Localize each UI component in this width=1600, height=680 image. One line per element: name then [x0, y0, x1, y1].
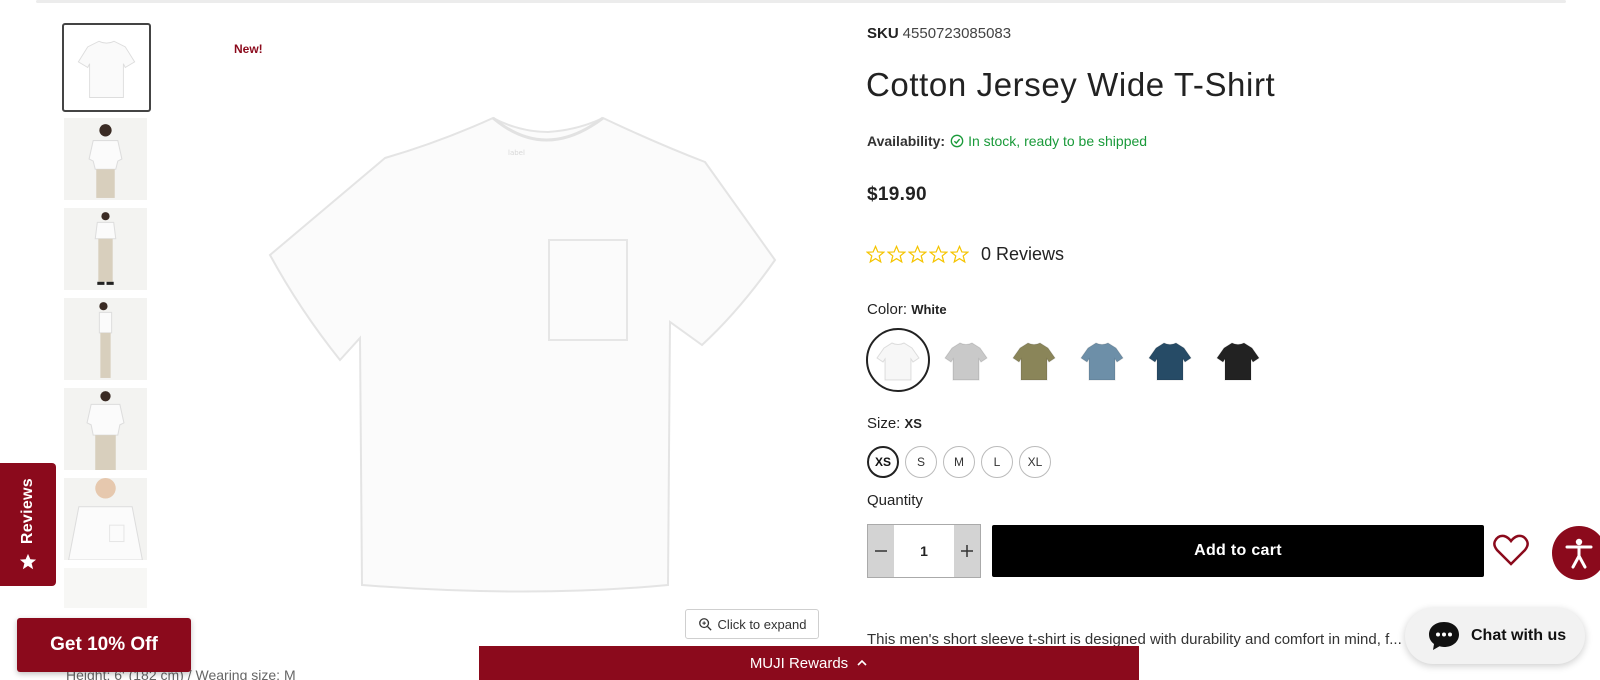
plus-icon — [961, 545, 973, 557]
reviews-side-tab[interactable]: Reviews — [0, 463, 56, 586]
tshirt-icon — [944, 342, 988, 381]
quantity-label: Quantity — [867, 492, 923, 509]
sku-value: 4550723085083 — [902, 25, 1012, 42]
color-swatch-black[interactable] — [1206, 328, 1270, 392]
availability-status: In stock, ready to be shipped — [950, 133, 1147, 149]
quantity-stepper: 1 — [867, 524, 981, 578]
availability-value: In stock, ready to be shipped — [968, 133, 1148, 149]
accessibility-icon — [1565, 538, 1593, 569]
muji-rewards-bar[interactable]: MUJI Rewards — [479, 646, 1139, 680]
thumbnail-front-flat[interactable] — [62, 23, 151, 112]
thumbnail-model-side[interactable] — [64, 298, 147, 380]
product-price: $19.90 — [867, 184, 927, 205]
color-swatch-khaki[interactable] — [1002, 328, 1066, 392]
availability-label: Availability: — [867, 133, 946, 149]
thumbnail-model-closeup[interactable] — [64, 478, 147, 560]
zoom-in-icon — [698, 618, 712, 631]
product-title: Cotton Jersey Wide T-Shirt — [866, 66, 1276, 103]
star-icon — [950, 245, 969, 264]
size-option-m[interactable]: M — [943, 446, 975, 478]
size-label-text: Size: — [867, 415, 901, 432]
chevron-up-icon — [857, 659, 867, 666]
size-option-l[interactable]: L — [981, 446, 1013, 478]
size-option-xl[interactable]: XL — [1019, 446, 1051, 478]
click-to-expand-button[interactable]: Click to expand — [685, 609, 819, 639]
color-label: Color: White — [867, 301, 947, 318]
star-icon — [929, 245, 948, 264]
svg-text:label: label — [508, 149, 525, 157]
thumbnail-model-front[interactable] — [64, 118, 147, 200]
color-swatch-white[interactable] — [866, 328, 930, 392]
quantity-increase-button[interactable] — [954, 525, 980, 577]
sku-label: SKU — [867, 25, 899, 42]
chat-with-us-button[interactable]: Chat with us — [1405, 608, 1585, 664]
star-icon — [866, 245, 885, 264]
color-label-text: Color: — [867, 301, 908, 318]
tshirt-icon — [876, 342, 920, 381]
add-to-cart-button[interactable]: Add to cart — [992, 525, 1484, 577]
quantity-decrease-button[interactable] — [868, 525, 894, 577]
reviews-count[interactable]: 0 Reviews — [981, 244, 1064, 265]
thumbnail-model-full[interactable] — [64, 208, 147, 290]
new-badge: New! — [234, 42, 263, 56]
chat-label: Chat with us — [1471, 627, 1567, 644]
tshirt-icon — [1080, 342, 1124, 381]
quantity-input[interactable]: 1 — [894, 525, 954, 577]
top-divider — [36, 0, 1566, 3]
color-swatch-gray[interactable] — [934, 328, 998, 392]
color-swatch-navy[interactable] — [1138, 328, 1202, 392]
minus-icon — [875, 550, 887, 552]
check-circle-icon — [950, 134, 964, 148]
selected-color: White — [911, 302, 947, 317]
thumbnail-detail[interactable] — [64, 568, 147, 608]
size-option-xs[interactable]: XS — [867, 446, 899, 478]
sku: SKU 4550723085083 — [867, 25, 1011, 42]
size-label: Size: XS — [867, 415, 922, 432]
rating[interactable]: 0 Reviews — [866, 244, 1064, 265]
chat-bubble-icon — [1429, 622, 1459, 650]
get-discount-button[interactable]: Get 10% Off — [17, 618, 191, 672]
rewards-label: MUJI Rewards — [749, 654, 849, 672]
main-product-image[interactable]: label — [240, 70, 800, 600]
tshirt-icon — [1012, 342, 1056, 381]
wishlist-heart-icon[interactable] — [1493, 533, 1529, 567]
color-swatch-blue[interactable] — [1070, 328, 1134, 392]
expand-label: Click to expand — [717, 616, 807, 632]
accessibility-button[interactable] — [1552, 526, 1600, 580]
selected-size: XS — [904, 416, 922, 431]
star-icon — [19, 553, 37, 569]
tshirt-icon — [1148, 342, 1192, 381]
availability: Availability: In stock, ready to be ship… — [867, 133, 1147, 149]
star-icon — [908, 245, 927, 264]
star-icon — [887, 245, 906, 264]
star-rating — [866, 245, 969, 264]
reviews-tab-label: Reviews — [19, 478, 36, 545]
thumbnail-model-back[interactable] — [64, 388, 147, 470]
tshirt-icon — [1216, 342, 1260, 381]
size-option-s[interactable]: S — [905, 446, 937, 478]
